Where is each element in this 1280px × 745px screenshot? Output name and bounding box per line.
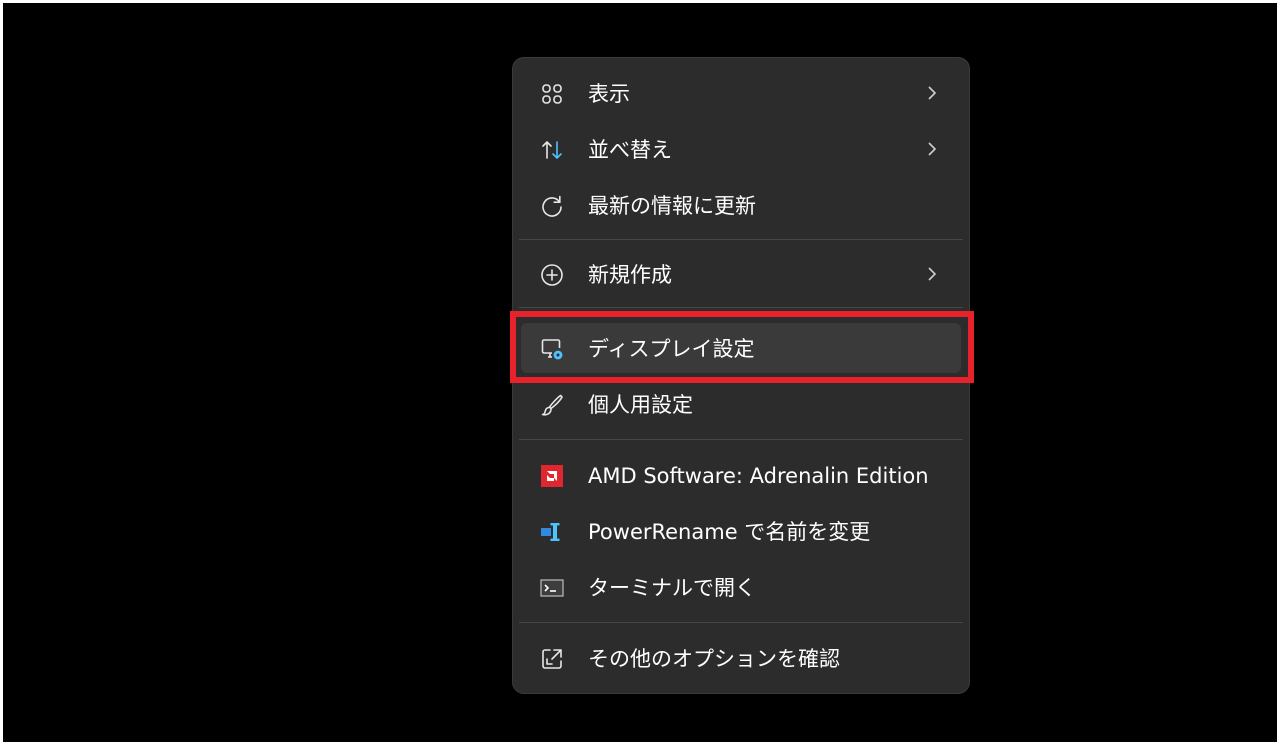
paintbrush-icon: [539, 392, 565, 418]
menu-item-sort[interactable]: 並べ替え: [521, 124, 961, 174]
menu-item-label: ターミナルで開く: [588, 576, 756, 600]
menu-item-label: その他のオプションを確認: [588, 647, 840, 671]
menu-item-label: 個人用設定: [588, 393, 693, 417]
display-settings-icon: [539, 336, 565, 362]
menu-item-label: 並べ替え: [588, 138, 672, 162]
menu-separator: [519, 307, 963, 308]
chevron-right-icon: [925, 139, 939, 159]
menu-item-amd-software[interactable]: AMD Software: Adrenalin Edition: [521, 450, 961, 500]
menu-item-refresh[interactable]: 最新の情報に更新: [521, 180, 961, 230]
menu-item-new[interactable]: 新規作成: [521, 249, 961, 299]
menu-item-label: PowerRename で名前を変更: [588, 520, 871, 544]
sort-arrows-icon: [539, 137, 565, 163]
refresh-icon: [539, 193, 565, 219]
menu-item-open-terminal[interactable]: ターミナルで開く: [521, 562, 961, 612]
grid-view-icon: [539, 81, 565, 107]
menu-item-label: AMD Software: Adrenalin Edition: [588, 464, 929, 488]
menu-item-display-settings[interactable]: ディスプレイ設定: [521, 323, 961, 373]
menu-item-view[interactable]: 表示: [521, 68, 961, 118]
menu-item-label: 表示: [588, 82, 630, 106]
menu-item-personalize[interactable]: 個人用設定: [521, 379, 961, 429]
menu-separator: [519, 622, 963, 623]
chevron-right-icon: [925, 264, 939, 284]
open-external-icon: [539, 646, 565, 672]
terminal-icon: [539, 575, 565, 601]
chevron-right-icon: [925, 83, 939, 103]
menu-separator: [519, 239, 963, 240]
amd-logo-icon: [539, 463, 565, 489]
menu-item-label: 新規作成: [588, 263, 672, 287]
menu-separator: [519, 439, 963, 440]
menu-item-show-more-options[interactable]: その他のオプションを確認: [521, 633, 961, 683]
menu-item-powerrename[interactable]: PowerRename で名前を変更: [521, 506, 961, 556]
desktop-context-menu: 表示 並べ替え 最新の情報に更新 新規作成 ディスプレイ設定 個人用設定 AMD…: [512, 57, 970, 694]
menu-item-label: ディスプレイ設定: [588, 337, 755, 361]
plus-circle-icon: [539, 262, 565, 288]
powerrename-icon: [539, 519, 565, 545]
menu-item-label: 最新の情報に更新: [588, 194, 756, 218]
